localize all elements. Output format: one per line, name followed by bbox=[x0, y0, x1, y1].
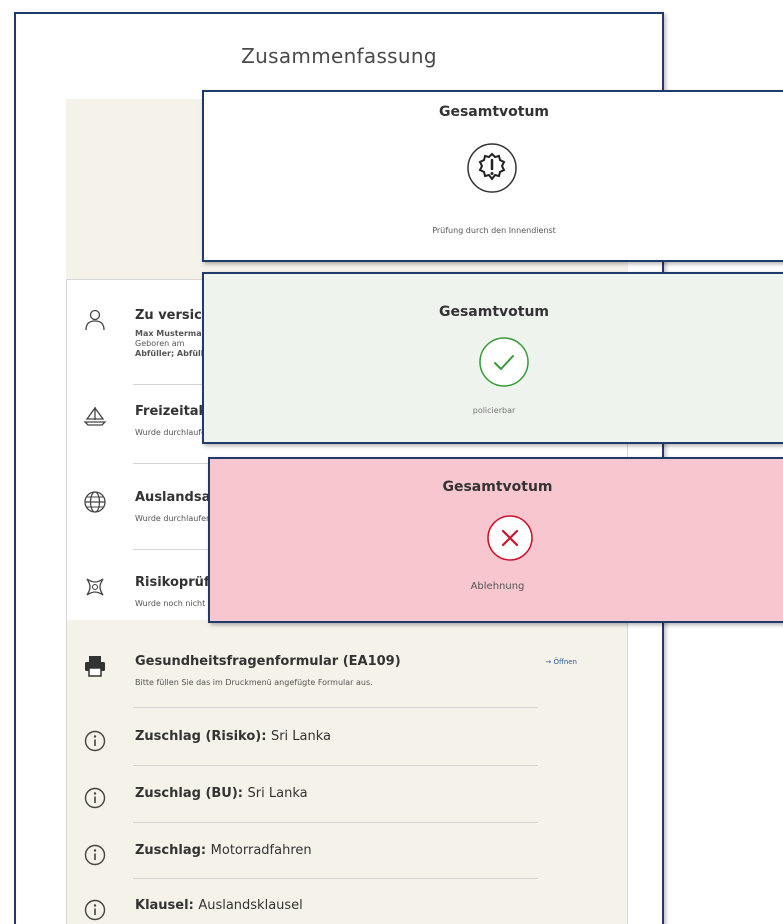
votum-status: policierbar bbox=[472, 406, 516, 415]
x-circle-icon bbox=[487, 515, 533, 561]
globe-icon bbox=[84, 491, 106, 513]
votum-card-review: Gesamtvotum Prüfung durch den Innendiens… bbox=[202, 90, 783, 262]
klausel-label: Klausel: bbox=[135, 898, 194, 913]
info-icon bbox=[84, 844, 106, 866]
stage: Zusammenfassung Zu versicherte Person Ma… bbox=[0, 0, 783, 924]
votum-title: Gesamtvotum bbox=[442, 479, 553, 495]
divider bbox=[133, 765, 538, 766]
votum-status: Ablehnung bbox=[470, 581, 525, 592]
zuschlag-bu-label: Zuschlag (BU): bbox=[135, 786, 243, 801]
zuschlag-label: Zuschlag: bbox=[135, 843, 207, 858]
zuschlag-risiko-label: Zuschlag (Risiko): bbox=[135, 729, 267, 744]
person-icon bbox=[85, 309, 105, 331]
divider bbox=[133, 822, 538, 823]
zuschlag-value: Motorradfahren bbox=[210, 843, 312, 858]
open-form-link[interactable]: → Öffnen bbox=[545, 658, 577, 666]
gesundheit-title: Gesundheitsfragenformular (EA109) bbox=[135, 654, 401, 669]
summary-title: Zusammenfassung bbox=[241, 44, 437, 68]
divider bbox=[133, 878, 538, 879]
votum-title: Gesamtvotum bbox=[438, 304, 550, 320]
printer-icon bbox=[85, 656, 105, 677]
warning-badge-icon bbox=[467, 143, 517, 193]
gesundheit-sub: Bitte füllen Sie das im Druckmenü angefü… bbox=[135, 678, 373, 687]
dna-icon bbox=[86, 578, 104, 596]
votum-card-approved: Gesamtvotum policierbar bbox=[202, 272, 783, 444]
zuschlag-risiko-value: Sri Lanka bbox=[270, 729, 332, 744]
votum-title: Gesamtvotum bbox=[438, 104, 550, 120]
klausel-value: Auslandsklausel bbox=[198, 898, 303, 913]
votum-status: Prüfung durch den Innendienst bbox=[432, 226, 556, 235]
votum-card-rejected: Gesamtvotum Ablehnung bbox=[208, 457, 783, 623]
zuschlag-bu-value: Sri Lanka bbox=[247, 786, 308, 801]
info-icon bbox=[84, 787, 106, 809]
check-circle-icon bbox=[479, 337, 529, 387]
info-icon bbox=[84, 899, 106, 921]
sailboat-icon bbox=[83, 406, 107, 426]
divider bbox=[133, 707, 538, 708]
info-icon bbox=[84, 730, 106, 752]
